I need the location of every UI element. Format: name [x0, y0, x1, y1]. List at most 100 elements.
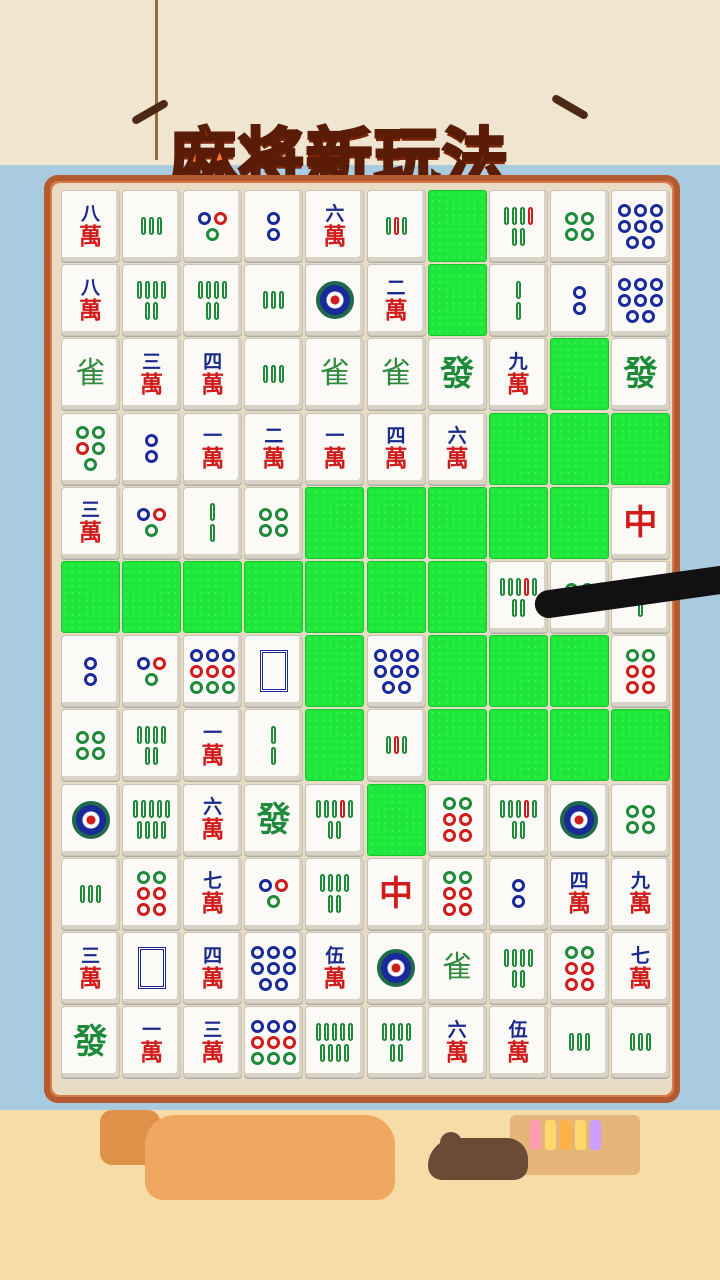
- bamboo-tile[interactable]: [488, 783, 548, 856]
- character-tile[interactable]: 七萬: [610, 932, 670, 1004]
- circle-tile[interactable]: [549, 264, 609, 337]
- white-dragon-tile[interactable]: [122, 932, 182, 1004]
- circle-tile[interactable]: [244, 857, 304, 930]
- character-tile[interactable]: 三萬: [61, 932, 120, 1004]
- character-tile[interactable]: 四萬: [183, 338, 243, 411]
- circle-tile[interactable]: [122, 857, 182, 930]
- circle-tile[interactable]: [488, 857, 548, 930]
- dot-icon: [153, 887, 167, 901]
- character-tile[interactable]: 二萬: [366, 264, 426, 337]
- character-tile[interactable]: 四萬: [366, 412, 426, 485]
- bamboo-tile[interactable]: [122, 264, 182, 337]
- circle-tile[interactable]: [244, 932, 304, 1004]
- character-tile[interactable]: 四萬: [549, 857, 609, 930]
- circle-tile[interactable]: [61, 709, 120, 782]
- bamboo-tile[interactable]: [244, 264, 304, 337]
- circle-tile[interactable]: [61, 412, 120, 485]
- character-tile[interactable]: 一萬: [183, 709, 243, 782]
- bamboo-tile[interactable]: [122, 783, 182, 856]
- circle-tile[interactable]: [549, 932, 609, 1004]
- character-tile[interactable]: 六萬: [427, 1006, 487, 1079]
- bamboo-tile[interactable]: [488, 264, 548, 337]
- circle-tile[interactable]: [61, 635, 120, 708]
- bamboo-tile[interactable]: [183, 486, 243, 559]
- circle-tile[interactable]: [183, 190, 243, 262]
- character-tile[interactable]: 六萬: [305, 190, 365, 262]
- character-tile[interactable]: 八萬: [61, 190, 120, 262]
- circle-tile[interactable]: [183, 635, 243, 708]
- bamboo-tile[interactable]: [366, 190, 426, 262]
- dot-icon: [251, 1035, 265, 1049]
- character-tile[interactable]: 一萬: [122, 1006, 182, 1079]
- circle-tile[interactable]: [122, 412, 182, 485]
- character-tile[interactable]: 六萬: [183, 783, 243, 856]
- circle-tile[interactable]: [549, 783, 609, 856]
- circle-tile[interactable]: [244, 190, 304, 262]
- character-tile[interactable]: 三萬: [122, 338, 182, 411]
- circle-tile[interactable]: [610, 783, 670, 856]
- character-tile[interactable]: 九萬: [488, 338, 548, 411]
- circle-tile[interactable]: [549, 190, 609, 262]
- bamboo-tile[interactable]: [610, 1006, 670, 1079]
- character-tile[interactable]: 一萬: [305, 412, 365, 485]
- tile-face: [551, 191, 608, 261]
- circle-tile[interactable]: [366, 635, 426, 708]
- green-dragon-tile[interactable]: 發: [244, 783, 304, 856]
- circle-tile[interactable]: [610, 264, 670, 337]
- green-dragon-tile[interactable]: 發: [61, 1006, 120, 1079]
- tile-numeral: 三: [203, 1018, 223, 1041]
- bamboo-tile[interactable]: [122, 190, 182, 262]
- dot-icon: [283, 1035, 297, 1049]
- one-bamboo-bird-tile[interactable]: 雀: [366, 338, 426, 411]
- bamboo-tile[interactable]: [366, 1006, 426, 1079]
- bamboo-tile[interactable]: [244, 338, 304, 411]
- character-tile[interactable]: 三萬: [61, 486, 120, 559]
- one-bamboo-bird-tile[interactable]: 雀: [61, 338, 120, 411]
- green-dragon-tile[interactable]: 發: [427, 338, 487, 411]
- circle-tile[interactable]: [366, 932, 426, 1004]
- bamboo-tile[interactable]: [61, 857, 120, 930]
- circle-tile[interactable]: [244, 1006, 304, 1079]
- character-tile[interactable]: 三萬: [183, 1006, 243, 1079]
- tile-honor-label: 中: [623, 502, 658, 543]
- bamboo-tile[interactable]: [488, 190, 548, 262]
- character-tile[interactable]: 伍萬: [305, 932, 365, 1004]
- circle-tile[interactable]: [610, 190, 670, 262]
- bamboo-tile[interactable]: [488, 932, 548, 1004]
- red-dragon-tile[interactable]: 中: [366, 857, 426, 930]
- green-dragon-tile[interactable]: 發: [610, 338, 670, 411]
- circle-tile[interactable]: [244, 486, 304, 559]
- bamboo-tile[interactable]: [305, 783, 365, 856]
- circle-tile[interactable]: [305, 264, 365, 337]
- bamboo-tile[interactable]: [122, 709, 182, 782]
- one-bamboo-bird-tile[interactable]: 雀: [305, 338, 365, 411]
- tile-face: [123, 414, 180, 484]
- one-bamboo-bird-tile[interactable]: 雀: [427, 932, 487, 1004]
- white-dragon-tile[interactable]: [244, 635, 304, 708]
- bamboo-tile[interactable]: [305, 1006, 365, 1079]
- circle-tile[interactable]: [427, 857, 487, 930]
- bamboo-tile[interactable]: [183, 264, 243, 337]
- character-tile[interactable]: 二萬: [244, 412, 304, 485]
- character-tile[interactable]: 九萬: [610, 857, 670, 930]
- circle-tile[interactable]: [122, 486, 182, 559]
- bamboo-tile[interactable]: [244, 709, 304, 782]
- character-tile[interactable]: 一萬: [183, 412, 243, 485]
- bamboo-tile[interactable]: [549, 1006, 609, 1079]
- character-tile[interactable]: 八萬: [61, 264, 120, 337]
- bamboo-stick-icon: [165, 800, 171, 819]
- bamboo-stick-icon: [198, 280, 204, 299]
- circle-tile[interactable]: [122, 635, 182, 708]
- bamboo-tile[interactable]: [366, 709, 426, 782]
- circle-tile[interactable]: [61, 783, 120, 856]
- character-tile[interactable]: 七萬: [183, 857, 243, 930]
- circle-tile[interactable]: [427, 783, 487, 856]
- circle-tile[interactable]: [610, 635, 670, 708]
- character-tile[interactable]: 伍萬: [488, 1006, 548, 1079]
- character-tile[interactable]: 四萬: [183, 932, 243, 1004]
- red-dragon-tile[interactable]: 中: [610, 486, 670, 559]
- character-tile[interactable]: 六萬: [427, 412, 487, 485]
- bamboo-tile[interactable]: [305, 857, 365, 930]
- empty-slot: [488, 635, 548, 708]
- bamboo-stick-icon: [161, 280, 167, 299]
